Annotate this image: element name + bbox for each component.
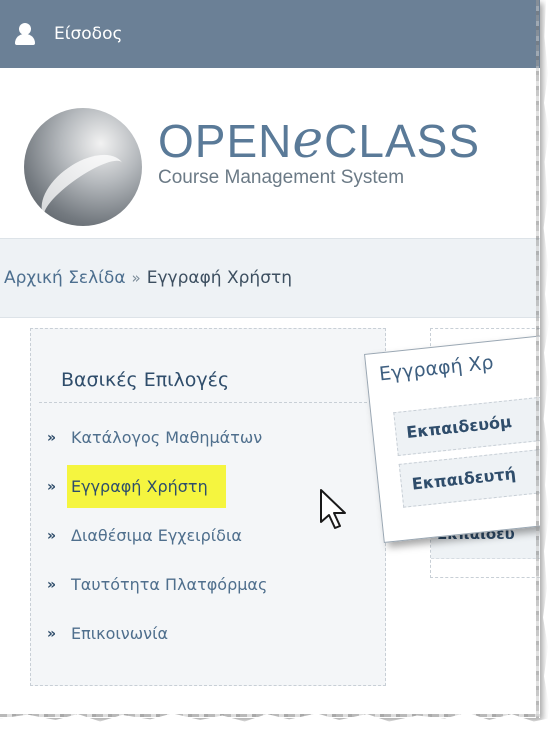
breadcrumb-current: Εγγραφή Χρήστη <box>146 268 292 288</box>
menu-bullet: » <box>47 429 57 446</box>
callout-student-option[interactable]: Εκπαιδευόμ <box>393 392 540 457</box>
user-icon <box>14 22 36 46</box>
breadcrumb: Αρχική Σελίδα » Εγγραφή Χρήστη <box>0 238 540 318</box>
site-header: OPENeCLASS Course Management System <box>0 68 540 238</box>
torn-paper-right <box>543 0 556 735</box>
logo-subtitle: Course Management System <box>158 167 405 188</box>
menu-list: » Κατάλογος Μαθημάτων » Εγγραφή Χρήστη »… <box>43 413 373 658</box>
callout-title: Εγγραφή Χρ <box>378 351 495 386</box>
logo-title: OPENeCLASS <box>158 110 481 170</box>
menu-bullet: » <box>47 576 57 593</box>
menu-item-label[interactable]: Επικοινωνία <box>71 624 168 643</box>
menu-item-label[interactable]: Διαθέσιμα Εγχειρίδια <box>71 526 242 545</box>
menu-item-label[interactable]: Εγγραφή Χρήστη <box>67 465 226 508</box>
torn-edge-right <box>536 0 539 718</box>
menu-item-label[interactable]: Ταυτότητα Πλατφόρμας <box>71 575 267 594</box>
top-bar: Είσοδος <box>0 0 540 68</box>
menu-title: Βασικές Επιλογές <box>61 369 230 391</box>
menu-item-label[interactable]: Κατάλογος Μαθημάτων <box>71 428 262 447</box>
breadcrumb-separator: » <box>131 269 141 287</box>
breadcrumb-home-link[interactable]: Αρχική Σελίδα <box>4 268 126 288</box>
menu-item-platform-identity[interactable]: » Ταυτότητα Πλατφόρμας <box>43 560 373 609</box>
menu-bullet: » <box>47 625 57 642</box>
mouse-pointer-icon <box>320 489 346 529</box>
menu-item-course-catalog[interactable]: » Κατάλογος Μαθημάτων <box>43 413 373 462</box>
menu-bullet: » <box>47 527 57 544</box>
logo-text: OPENeCLASS Course Management System <box>158 110 481 189</box>
menu-item-contact[interactable]: » Επικοινωνία <box>43 609 373 658</box>
login-link[interactable]: Είσοδος <box>54 24 122 44</box>
page: Είσοδος OPENeCLASS Course Management Sys… <box>0 0 540 718</box>
zoom-callout: Εγγραφή Χρ Εκπαιδευόμ Εκπαιδευτή <box>364 333 540 543</box>
menu-divider <box>39 402 377 403</box>
openeclass-logo-icon[interactable] <box>24 108 142 226</box>
